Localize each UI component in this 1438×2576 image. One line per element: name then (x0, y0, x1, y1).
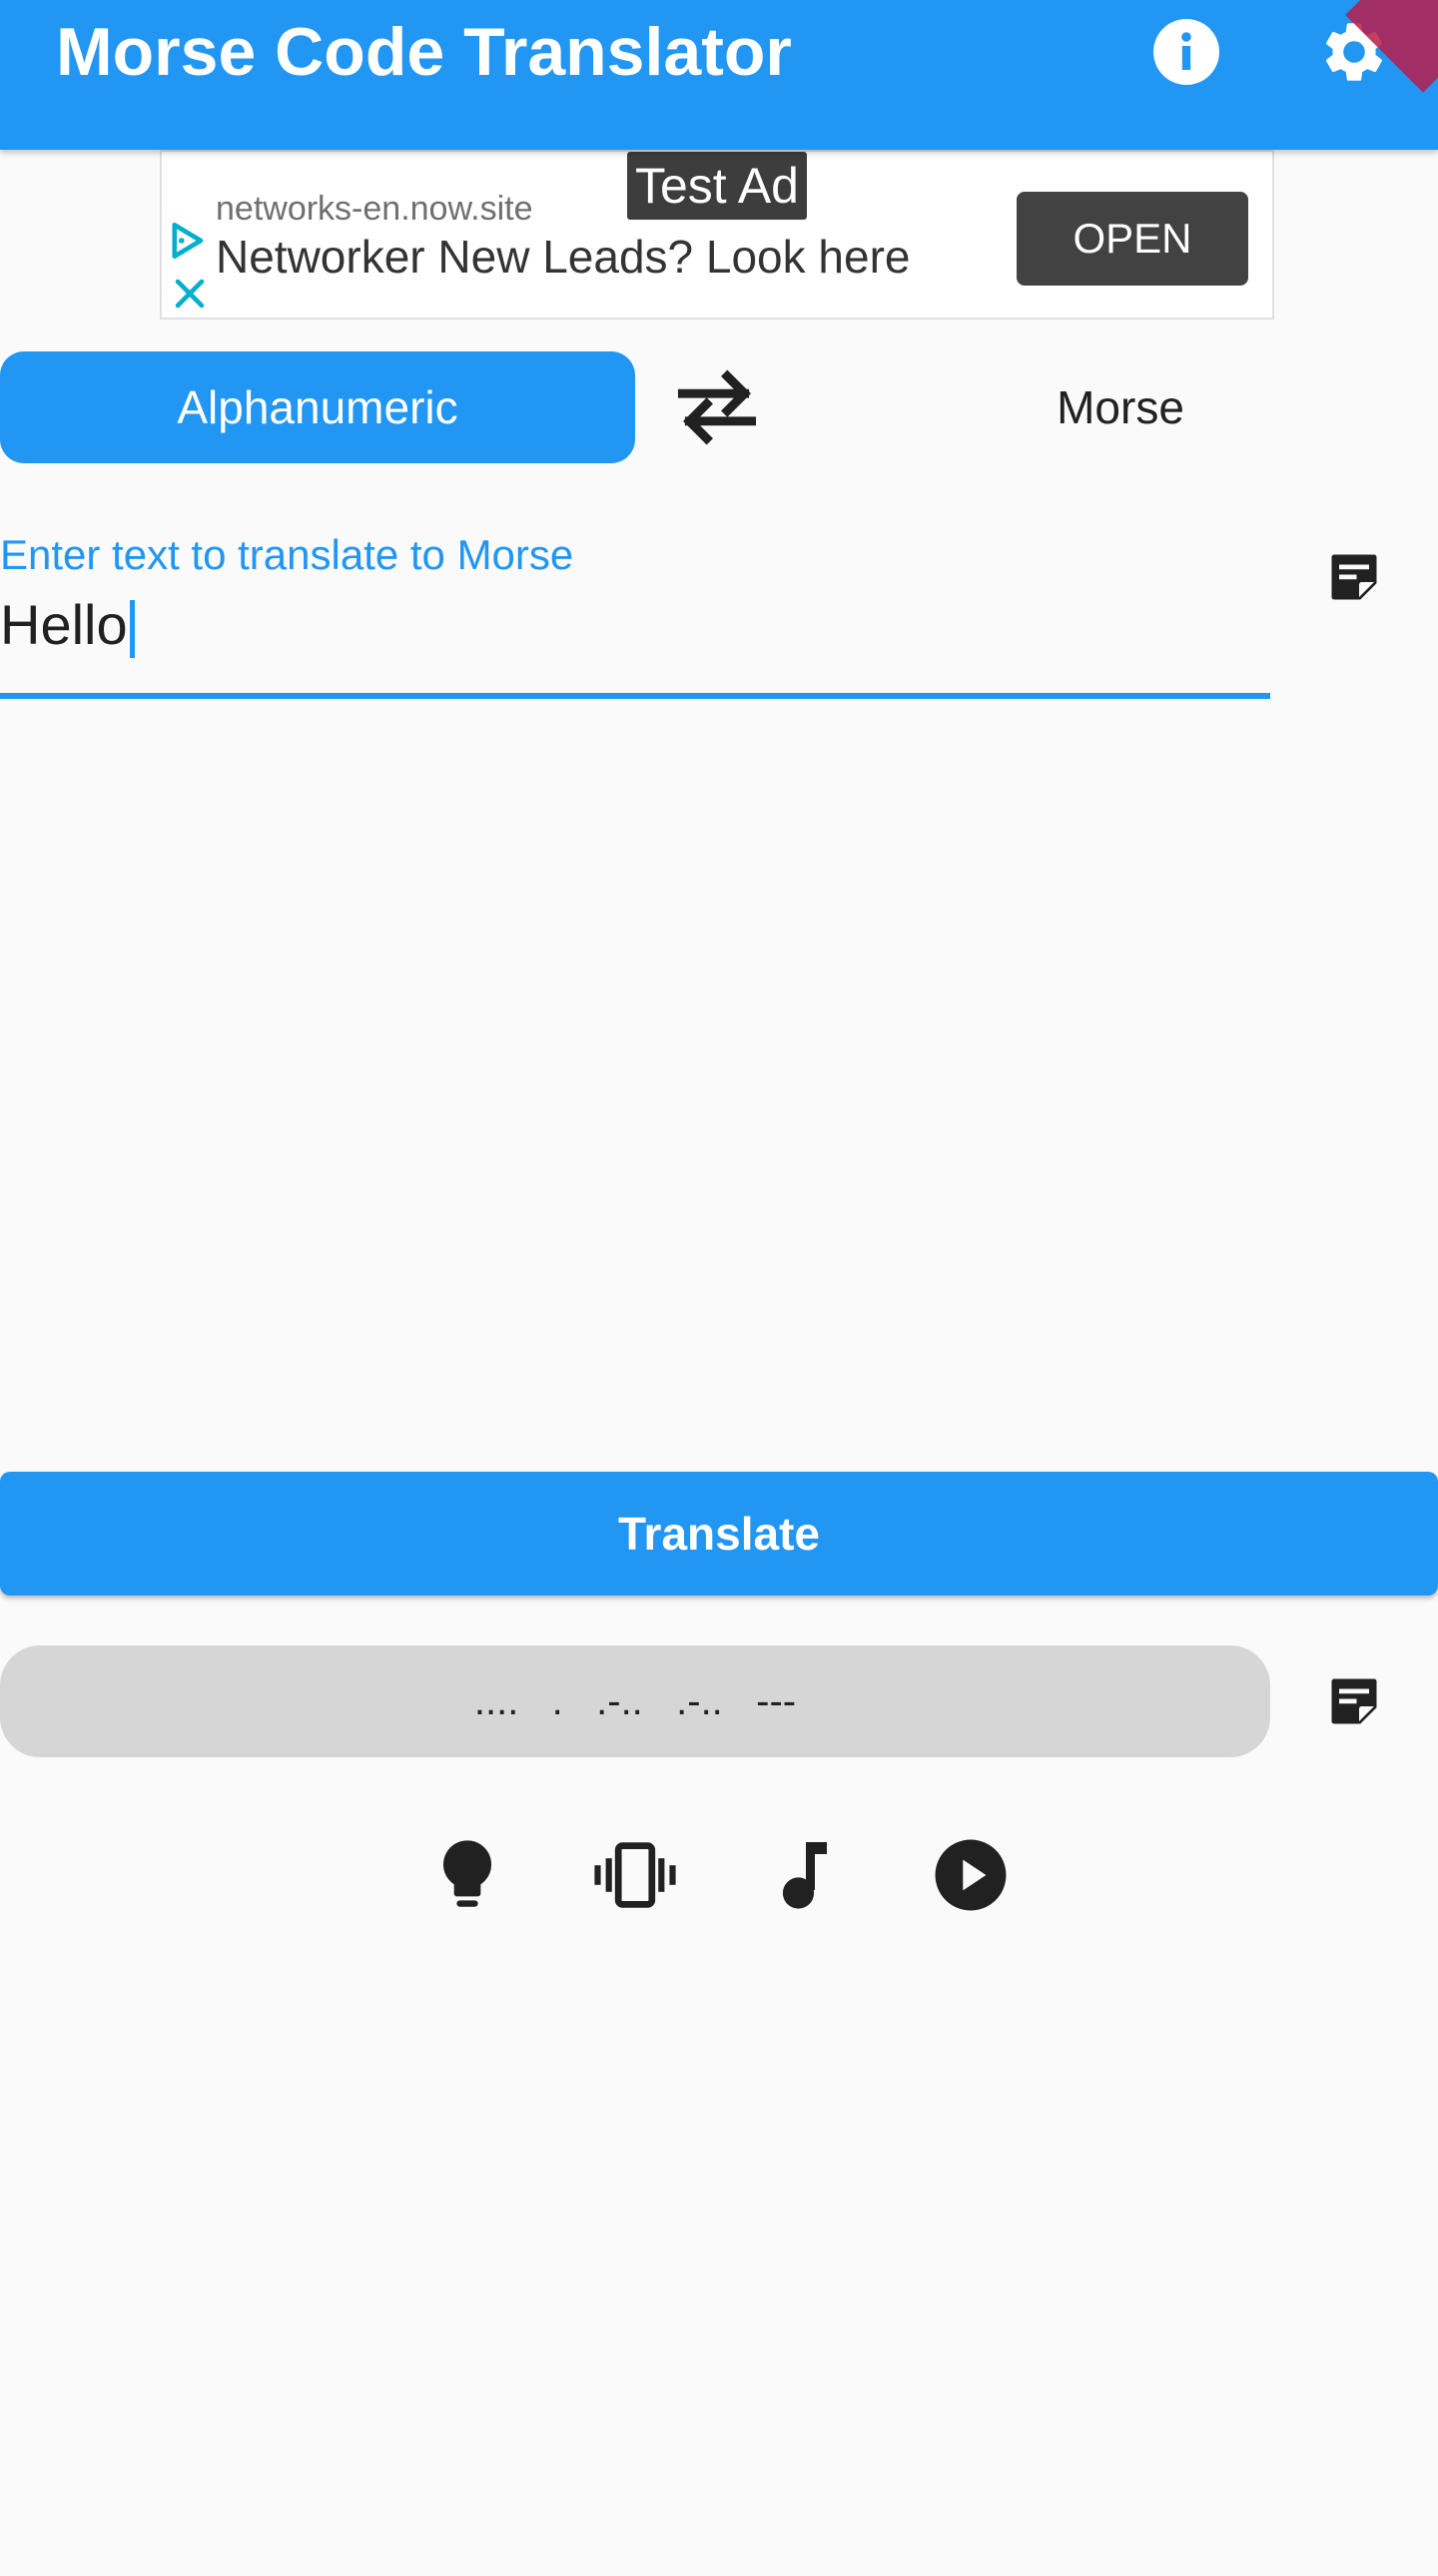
vibrate-icon (594, 1842, 676, 1908)
input-label: Enter text to translate to Morse (0, 531, 574, 578)
ad-domain: networks-en.now.site (216, 190, 533, 228)
ad-open-button[interactable]: OPEN (1017, 192, 1248, 286)
translate-button[interactable]: Translate (0, 1472, 1438, 1596)
close-icon[interactable] (172, 276, 208, 312)
note-icon[interactable] (1324, 1671, 1384, 1731)
mode-alphanumeric-button[interactable]: Alphanumeric (0, 351, 635, 463)
info-icon[interactable] (1148, 14, 1224, 90)
text-input[interactable]: Hello (0, 589, 1268, 661)
ad-choices-icon[interactable] (166, 220, 208, 262)
ad-headline[interactable]: Networker New Leads? Look here (216, 230, 910, 284)
mode-toggle: Alphanumeric Morse (0, 351, 1438, 463)
swap-arrows-icon[interactable] (675, 369, 759, 445)
vibrate-button[interactable] (593, 1833, 677, 1917)
text-input-value: Hello (0, 593, 128, 656)
play-circle-icon (935, 1839, 1007, 1911)
morse-output: .... . .-.. .-.. --- (0, 1645, 1270, 1757)
app-title: Morse Code Translator (56, 14, 792, 90)
flashlight-button[interactable] (425, 1833, 509, 1917)
input-underline (0, 693, 1270, 699)
lightbulb-icon (442, 1840, 492, 1907)
app-bar: Morse Code Translator (0, 0, 1438, 150)
sound-button[interactable] (761, 1833, 845, 1917)
ad-test-label: Test Ad (627, 152, 807, 220)
music-note-icon (782, 1842, 827, 1909)
text-caret (129, 600, 135, 659)
mode-morse-button[interactable]: Morse (887, 351, 1354, 463)
note-icon[interactable] (1324, 547, 1384, 607)
play-button[interactable] (929, 1833, 1013, 1917)
ad-banner[interactable]: Test Ad networks-en.now.site Networker N… (160, 150, 1274, 320)
